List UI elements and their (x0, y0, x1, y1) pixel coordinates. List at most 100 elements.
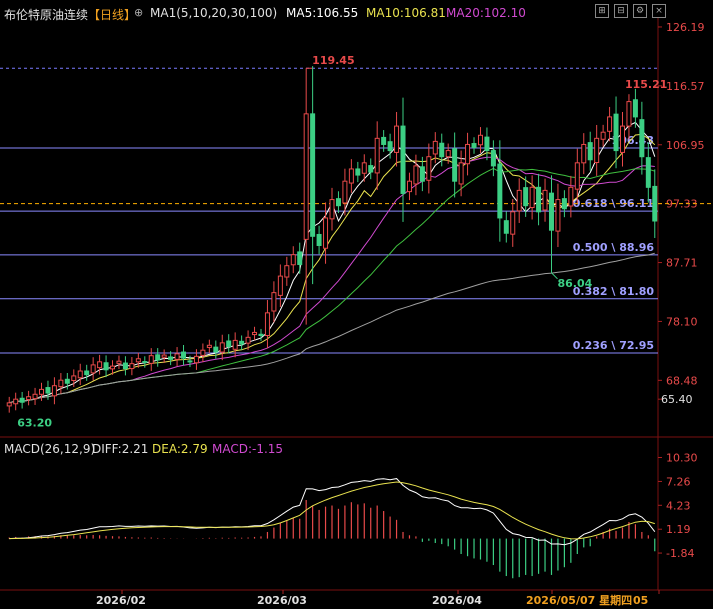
ma100-line (9, 252, 655, 404)
candle (148, 348, 154, 371)
macd-tick-label: 1.19 (666, 523, 691, 536)
candle (542, 178, 548, 222)
candle-body (252, 331, 258, 336)
candle-body (374, 137, 380, 174)
candle-body (310, 113, 316, 237)
fib-level-label: 0.236 \ 72.95 (573, 339, 654, 352)
candle-body (381, 136, 387, 145)
candle-body (600, 131, 606, 140)
candle (264, 300, 270, 349)
candle-body (426, 156, 432, 181)
candle-body (632, 99, 638, 118)
candle (155, 348, 161, 367)
candle (6, 396, 12, 413)
candle (594, 124, 600, 176)
candle-body (484, 136, 490, 152)
candle (213, 340, 219, 359)
candle (277, 264, 283, 308)
candle-body (626, 101, 632, 127)
candle-body (335, 198, 341, 207)
candle-body (232, 339, 238, 350)
candle-body (348, 168, 354, 184)
price-tick-label: 78.10 (666, 315, 698, 328)
candle (452, 132, 458, 198)
candle-body (206, 344, 212, 348)
macd-tick-label: 4.23 (666, 499, 691, 512)
candle (290, 246, 296, 274)
candle-body (45, 387, 51, 394)
candle (632, 88, 638, 128)
candle-body (103, 362, 109, 371)
candle-body (555, 199, 561, 232)
price-tick-label: 87.71 (666, 257, 698, 270)
macd-tick-label: -1.84 (666, 547, 694, 560)
macd-tick-label: 10.30 (666, 452, 698, 465)
candle-body (303, 113, 309, 240)
candle (97, 354, 103, 375)
fib-level-label: 0.500 \ 88.96 (573, 241, 655, 254)
candle (529, 175, 535, 220)
candle-body (135, 358, 141, 363)
candle-body (361, 162, 367, 174)
candle (77, 363, 83, 386)
candle-body (58, 379, 64, 388)
candle (174, 347, 180, 367)
candle-body (497, 163, 503, 219)
candle (258, 328, 264, 341)
low-annotation: 63.20 (17, 417, 52, 430)
candle-body (439, 142, 445, 158)
candle-body (284, 265, 290, 278)
time-tick-label: 2026/04 (432, 594, 482, 607)
candle-body (503, 220, 509, 234)
candle-body (587, 142, 593, 161)
price-annotations-layer: 119.45 115.21 86.04 63.20 (17, 54, 667, 429)
candle (381, 130, 387, 152)
dip-annotation: 86.04 (557, 277, 592, 290)
candle-body (39, 388, 45, 395)
candle (26, 390, 32, 406)
candle-body (258, 333, 264, 337)
candle (90, 357, 96, 381)
candle-body (510, 211, 516, 235)
candle-body (594, 137, 600, 164)
price-tick-label: 65.40 (661, 393, 693, 406)
candle-body (97, 361, 103, 369)
candlestick-chart[interactable]: 126.19116.57106.9597.3387.7178.1068.4865… (0, 0, 713, 609)
candle-body (13, 398, 19, 405)
candle (252, 326, 258, 341)
candle (587, 131, 593, 171)
candles-layer (6, 66, 658, 413)
candle-body (19, 397, 25, 403)
candle-body (187, 360, 193, 363)
candle-body (142, 361, 148, 364)
candle-body (368, 165, 374, 173)
candle-body (71, 375, 77, 382)
candle-body (465, 143, 471, 165)
candle-body (548, 192, 554, 231)
candle-body (323, 217, 329, 249)
candle (193, 349, 199, 370)
price-tick-label: 106.95 (666, 139, 705, 152)
candle-body (174, 353, 180, 360)
candle-body (181, 351, 187, 359)
candle-body (542, 189, 548, 211)
candle (561, 190, 567, 218)
candle-body (148, 355, 154, 364)
candle-body (213, 346, 219, 353)
candle-body (477, 134, 483, 146)
candle (555, 183, 561, 248)
candle-body (523, 187, 529, 207)
high-annotation: 119.45 (312, 54, 354, 67)
candle-body (77, 370, 83, 379)
candle (271, 281, 277, 323)
candle-body (581, 143, 587, 164)
candle-body (529, 186, 535, 209)
price-tick-label: 126.19 (666, 21, 705, 34)
candle-body (64, 378, 70, 384)
candle-body (387, 141, 393, 152)
candle-body (32, 393, 38, 400)
candle (226, 334, 232, 354)
candle-body (329, 199, 335, 220)
candle-body (264, 312, 270, 337)
candle (645, 142, 651, 203)
